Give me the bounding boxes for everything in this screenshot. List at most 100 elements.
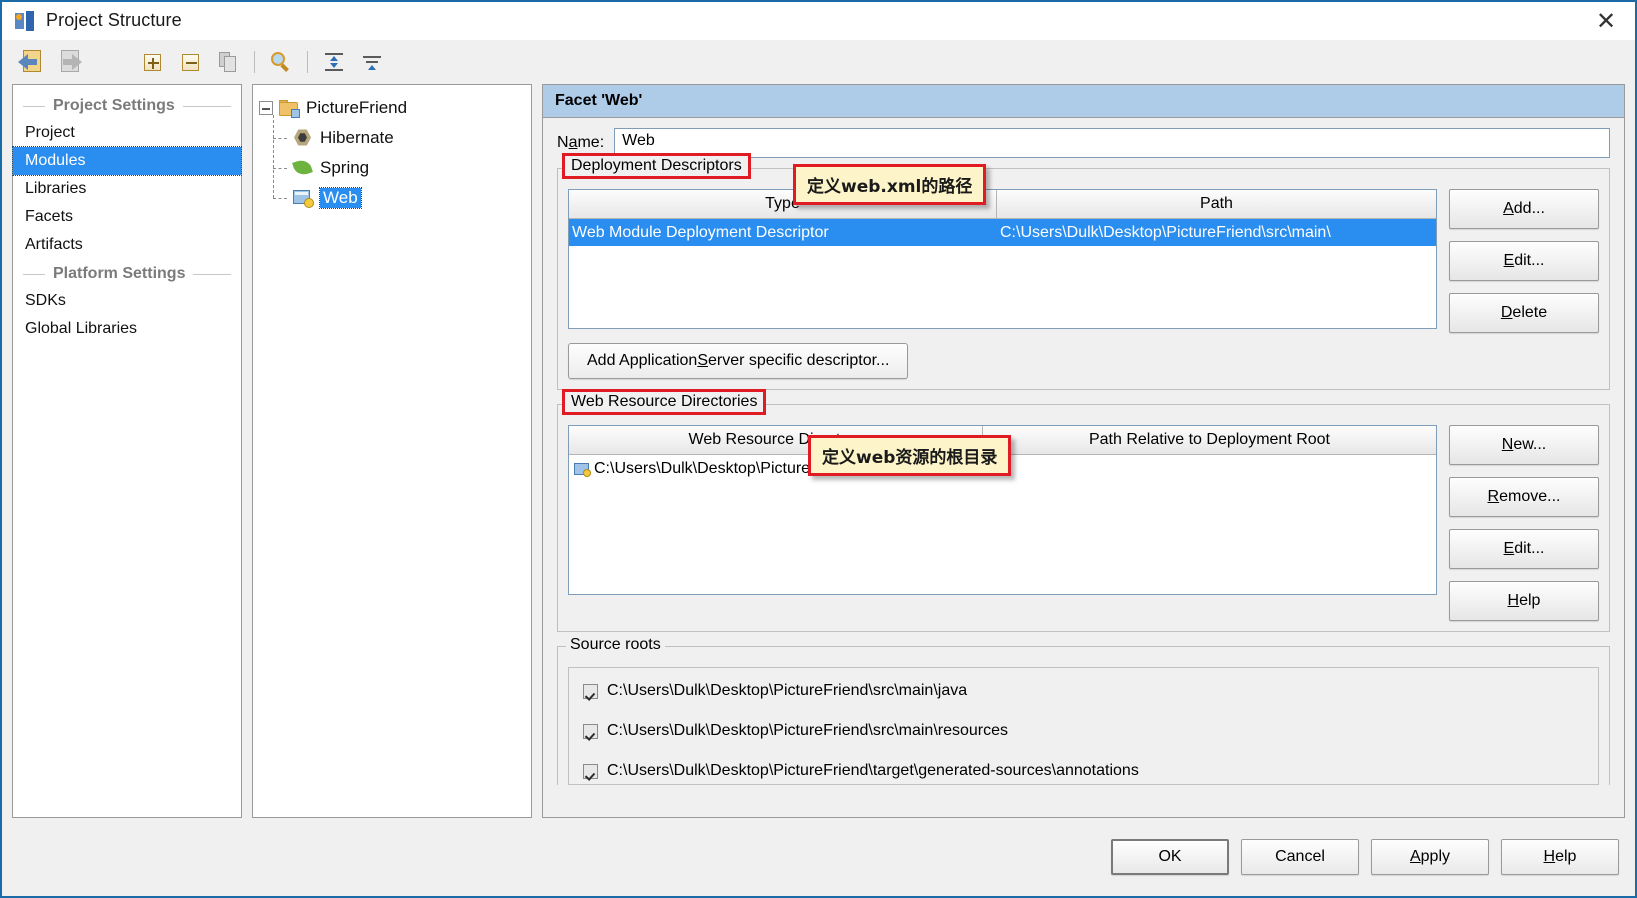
collapse-all-button[interactable] bbox=[353, 44, 391, 80]
close-icon[interactable]: ✕ bbox=[1577, 2, 1635, 40]
delete-button[interactable]: Delete bbox=[1449, 293, 1599, 333]
sidebar-item-modules[interactable]: Modules bbox=[12, 146, 242, 176]
intellij-idea-icon bbox=[14, 10, 36, 32]
sidebar-item-libraries[interactable]: Libraries bbox=[13, 175, 241, 203]
deployment-buttons: Add... Edit... Delete bbox=[1449, 189, 1599, 333]
web-resource-directories-group: Web Resource Directories Web Resource Di… bbox=[557, 389, 1610, 632]
deployment-descriptors-table[interactable]: Type Path Web Module Deployment Descript… bbox=[568, 189, 1437, 329]
toolbar bbox=[2, 40, 1635, 84]
source-roots-list: C:\Users\Dulk\Desktop\PictureFriend\src\… bbox=[568, 667, 1599, 785]
tree-row[interactable]: Web bbox=[253, 175, 531, 213]
copy-button[interactable] bbox=[209, 44, 247, 80]
settings-sidebar: Project Settings Project Modules Librari… bbox=[12, 84, 242, 818]
source-root-checkbox[interactable] bbox=[583, 763, 598, 779]
copy-icon bbox=[219, 52, 237, 72]
find-button[interactable] bbox=[262, 44, 300, 80]
annotation-webxml-path: 定义web.xml的路径 bbox=[793, 164, 987, 205]
add-application-server-descriptor-button[interactable]: Add Application Server specific descript… bbox=[568, 343, 909, 379]
back-arrow-icon bbox=[18, 49, 44, 75]
help-button[interactable]: Help bbox=[1449, 581, 1599, 621]
collapse-all-icon bbox=[362, 52, 382, 72]
source-root-checkbox[interactable] bbox=[583, 683, 598, 699]
sidebar-group-platform-settings: Platform Settings bbox=[13, 259, 241, 287]
tree-row[interactable]: Spring bbox=[253, 145, 531, 183]
web-resource-folder-icon bbox=[574, 462, 591, 477]
ok-button[interactable]: OK bbox=[1111, 839, 1229, 875]
tree-indent bbox=[259, 175, 293, 213]
deployment-descriptors-group: Deployment Descriptors Type Path Web Mod… bbox=[557, 153, 1610, 390]
module-folder-icon bbox=[279, 99, 300, 118]
tree-label-picturefriend: PictureFriend bbox=[306, 98, 408, 117]
source-root-item[interactable]: C:\Users\Dulk\Desktop\PictureFriend\src\… bbox=[583, 722, 1584, 740]
sidebar-item-artifacts[interactable]: Artifacts bbox=[13, 231, 241, 259]
project-structure-dialog: Project Structure ✕ Project Settings Pro… bbox=[0, 0, 1637, 898]
tree-indent bbox=[259, 145, 293, 183]
source-root-item[interactable]: C:\Users\Dulk\Desktop\PictureFriend\targ… bbox=[583, 762, 1584, 780]
tree-collapse-icon[interactable] bbox=[259, 101, 273, 115]
facet-editor-panel: Facet 'Web' 定义web.xml的路径 定义web资源的根目录 Nam… bbox=[542, 84, 1625, 818]
facet-name-label: Name: bbox=[557, 134, 605, 151]
expand-all-button[interactable] bbox=[315, 44, 353, 80]
source-roots-group: Source roots C:\Users\Dulk\Desktop\Pictu… bbox=[557, 636, 1610, 785]
cell-path: C:\Users\Dulk\Desktop\PictureFriend\src\… bbox=[1000, 223, 1331, 241]
sidebar-item-global-libraries[interactable]: Global Libraries bbox=[13, 315, 241, 343]
hibernate-icon bbox=[293, 129, 313, 147]
new-button[interactable]: New... bbox=[1449, 425, 1599, 465]
back-button[interactable] bbox=[12, 44, 50, 80]
expand-all-icon bbox=[324, 52, 344, 72]
column-header-path[interactable]: Path bbox=[997, 190, 1436, 218]
source-root-checkbox[interactable] bbox=[583, 723, 598, 739]
title-bar: Project Structure ✕ bbox=[2, 2, 1635, 40]
sidebar-group-project-settings: Project Settings bbox=[13, 91, 241, 119]
sidebar-item-sdks[interactable]: SDKs bbox=[13, 287, 241, 315]
tree-label-web: Web bbox=[319, 187, 362, 209]
sidebar-group-label: Project Settings bbox=[53, 97, 175, 114]
web-resource-directories-row: Web Resource Directory Path Relative to … bbox=[568, 425, 1599, 621]
facet-header-title: Facet 'Web' bbox=[543, 85, 1624, 118]
tree-row[interactable]: Hibernate bbox=[253, 115, 531, 153]
help-button[interactable]: Help bbox=[1501, 839, 1619, 875]
source-root-path: C:\Users\Dulk\Desktop\PictureFriend\targ… bbox=[607, 762, 1139, 779]
apply-button[interactable]: Apply bbox=[1371, 839, 1489, 875]
cancel-button[interactable]: Cancel bbox=[1241, 839, 1359, 875]
sidebar-item-facets[interactable]: Facets bbox=[13, 203, 241, 231]
source-root-path: C:\Users\Dulk\Desktop\PictureFriend\src\… bbox=[607, 722, 1009, 739]
plus-icon bbox=[143, 53, 161, 71]
source-root-path: C:\Users\Dulk\Desktop\PictureFriend\src\… bbox=[607, 682, 968, 699]
table-header: Type Path bbox=[569, 190, 1436, 219]
facet-name-input[interactable]: Web bbox=[614, 128, 1610, 158]
tree-label-spring: Spring bbox=[320, 158, 370, 177]
magnifier-icon bbox=[271, 52, 291, 72]
tree-row[interactable]: PictureFriend bbox=[253, 93, 531, 123]
facet-body: 定义web.xml的路径 定义web资源的根目录 Name: Web Deplo… bbox=[543, 118, 1624, 817]
source-root-item[interactable]: C:\Users\Dulk\Desktop\PictureFriend\src\… bbox=[583, 682, 1584, 700]
remove-button[interactable] bbox=[171, 44, 209, 80]
forward-arrow-icon bbox=[56, 49, 82, 75]
add-button[interactable] bbox=[133, 44, 171, 80]
add-button[interactable]: Add... bbox=[1449, 189, 1599, 229]
web-facet-icon bbox=[293, 189, 314, 208]
deployment-descriptors-row: Type Path Web Module Deployment Descript… bbox=[568, 189, 1599, 333]
tree-label-hibernate: Hibernate bbox=[320, 128, 394, 147]
toolbar-separator bbox=[307, 51, 308, 73]
edit-button[interactable]: Edit... bbox=[1449, 241, 1599, 281]
spring-leaf-icon bbox=[292, 157, 313, 178]
minus-icon bbox=[181, 53, 199, 71]
table-row[interactable]: Web Module Deployment Descriptor C:\User… bbox=[569, 219, 1436, 246]
dialog-content: Project Settings Project Modules Librari… bbox=[2, 84, 1635, 818]
module-tree: PictureFriend Hibernate Spring Web bbox=[252, 84, 532, 818]
cell-type: Web Module Deployment Descriptor bbox=[572, 223, 829, 241]
source-roots-legend: Source roots bbox=[566, 636, 665, 654]
web-resource-buttons: New... Remove... Edit... Help bbox=[1449, 425, 1599, 621]
window-title: Project Structure bbox=[46, 10, 182, 30]
remove-button[interactable]: Remove... bbox=[1449, 477, 1599, 517]
web-resource-directories-legend: Web Resource Directories bbox=[562, 389, 767, 415]
column-header-path-relative[interactable]: Path Relative to Deployment Root bbox=[983, 426, 1436, 454]
edit-button[interactable]: Edit... bbox=[1449, 529, 1599, 569]
deployment-descriptors-legend: Deployment Descriptors bbox=[562, 153, 751, 179]
forward-button[interactable] bbox=[50, 44, 88, 80]
cell-relative-path: / bbox=[983, 460, 1436, 478]
annotation-web-resource-root: 定义web资源的根目录 bbox=[808, 435, 1012, 476]
sidebar-item-project[interactable]: Project bbox=[13, 119, 241, 147]
toolbar-separator bbox=[254, 51, 255, 73]
